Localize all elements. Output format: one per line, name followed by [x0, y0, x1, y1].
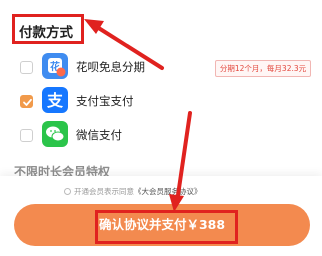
annotation-arrows: [84, 19, 192, 212]
arrow-to-button-icon: [169, 111, 192, 212]
arrow-to-title-icon: [84, 19, 164, 70]
